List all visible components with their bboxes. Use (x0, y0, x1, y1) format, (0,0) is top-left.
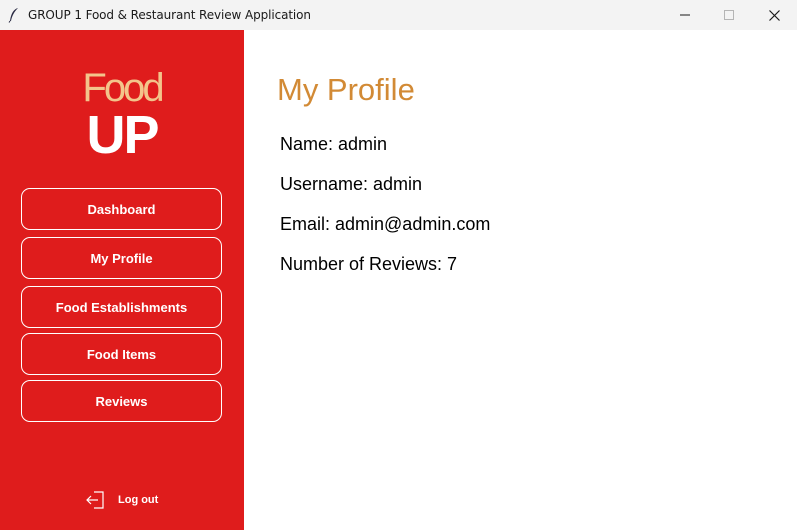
close-icon (768, 9, 780, 21)
my-profile-button[interactable]: My Profile (21, 237, 222, 279)
food-items-button[interactable]: Food Items (21, 333, 222, 375)
title-bar: GROUP 1 Food & Restaurant Review Applica… (0, 0, 797, 30)
minimize-icon (680, 14, 690, 16)
profile-name: Name: admin (280, 134, 388, 154)
reviews-button[interactable]: Reviews (21, 380, 222, 422)
dashboard-button[interactable]: Dashboard (21, 188, 222, 230)
logo-up-text: UP (86, 105, 159, 165)
page-title: My Profile (277, 72, 415, 107)
close-button[interactable] (751, 0, 797, 30)
sidebar: Food UP Dashboard My Profile Food Establ… (0, 30, 244, 530)
logo-food-text: Food (82, 66, 164, 110)
logout-button[interactable]: Log out (86, 490, 158, 510)
profile-username: Username: admin (280, 174, 423, 194)
profile-review-count: Number of Reviews: 7 (280, 254, 458, 274)
logout-icon (86, 491, 104, 509)
feather-icon (8, 8, 18, 23)
logout-label: Log out (118, 494, 159, 506)
window-title: GROUP 1 Food & Restaurant Review Applica… (28, 8, 311, 22)
food-establishments-button[interactable]: Food Establishments (21, 286, 222, 328)
maximize-button[interactable] (706, 0, 752, 30)
minimize-button[interactable] (662, 0, 708, 30)
profile-email: Email: admin@admin.com (280, 214, 491, 234)
main-content: My Profile Name: admin Username: admin E… (244, 30, 797, 530)
maximize-icon (724, 10, 734, 20)
